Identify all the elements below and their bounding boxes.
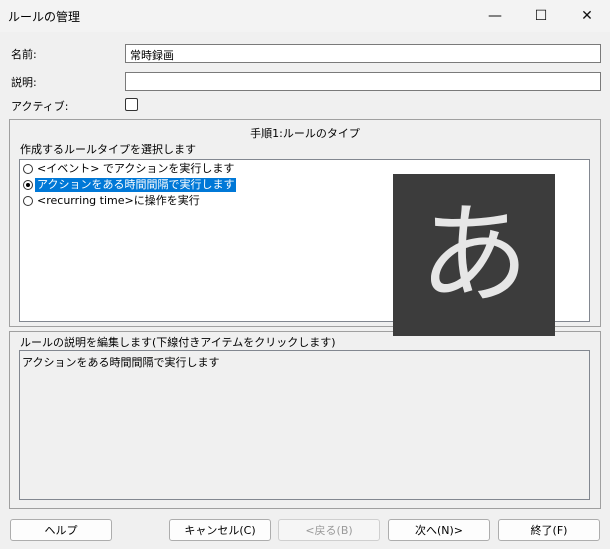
rule-type-option-interval[interactable]: アクションをある時間間隔で実行します	[23, 177, 237, 192]
option-label: <イベント> でアクションを実行します	[37, 161, 235, 175]
radio-button[interactable]	[23, 179, 33, 190]
active-label: アクティブ:	[11, 100, 69, 113]
radio-button[interactable]	[23, 195, 33, 206]
help-button[interactable]: ヘルプ	[10, 519, 112, 541]
back-button[interactable]: <戻る(B)	[278, 519, 380, 541]
active-checkbox[interactable]	[125, 98, 138, 111]
title-bar: ルールの管理 — ☐ ✕	[0, 0, 610, 32]
rule-description-label: ルールの説明を編集します(下線付きアイテムをクリックします)	[20, 336, 336, 349]
description-field[interactable]	[125, 72, 601, 91]
rule-type-option-recurring[interactable]: <recurring time>に操作を実行	[23, 193, 202, 208]
description-label: 説明:	[11, 76, 37, 89]
name-label: 名前:	[11, 48, 37, 61]
rule-type-select-label: 作成するルールタイプを選択します	[20, 143, 196, 156]
name-field[interactable]: 常時録画	[125, 44, 601, 63]
radio-button[interactable]	[23, 163, 33, 174]
maximize-icon[interactable]: ☐	[518, 0, 564, 32]
rule-type-option-event[interactable]: <イベント> でアクションを実行します	[23, 161, 236, 176]
rule-description-box[interactable]: アクションをある時間間隔で実行します	[19, 350, 590, 500]
rule-description-group: ルールの説明を編集します(下線付きアイテムをクリックします) アクションをある時…	[9, 331, 601, 509]
next-button[interactable]: 次へ(N)>	[388, 519, 490, 541]
step-heading: 手順1:ルールのタイプ	[250, 127, 360, 140]
finish-button[interactable]: 終了(F)	[498, 519, 600, 541]
window-title: ルールの管理	[8, 10, 81, 24]
cancel-button[interactable]: キャンセル(C)	[169, 519, 271, 541]
minimize-icon[interactable]: —	[472, 0, 518, 32]
ime-mode-indicator: あ	[393, 174, 555, 336]
close-icon[interactable]: ✕	[564, 0, 610, 32]
option-label: アクションをある時間間隔で実行します	[35, 177, 237, 192]
option-label: <recurring time>に操作を実行	[37, 193, 200, 207]
